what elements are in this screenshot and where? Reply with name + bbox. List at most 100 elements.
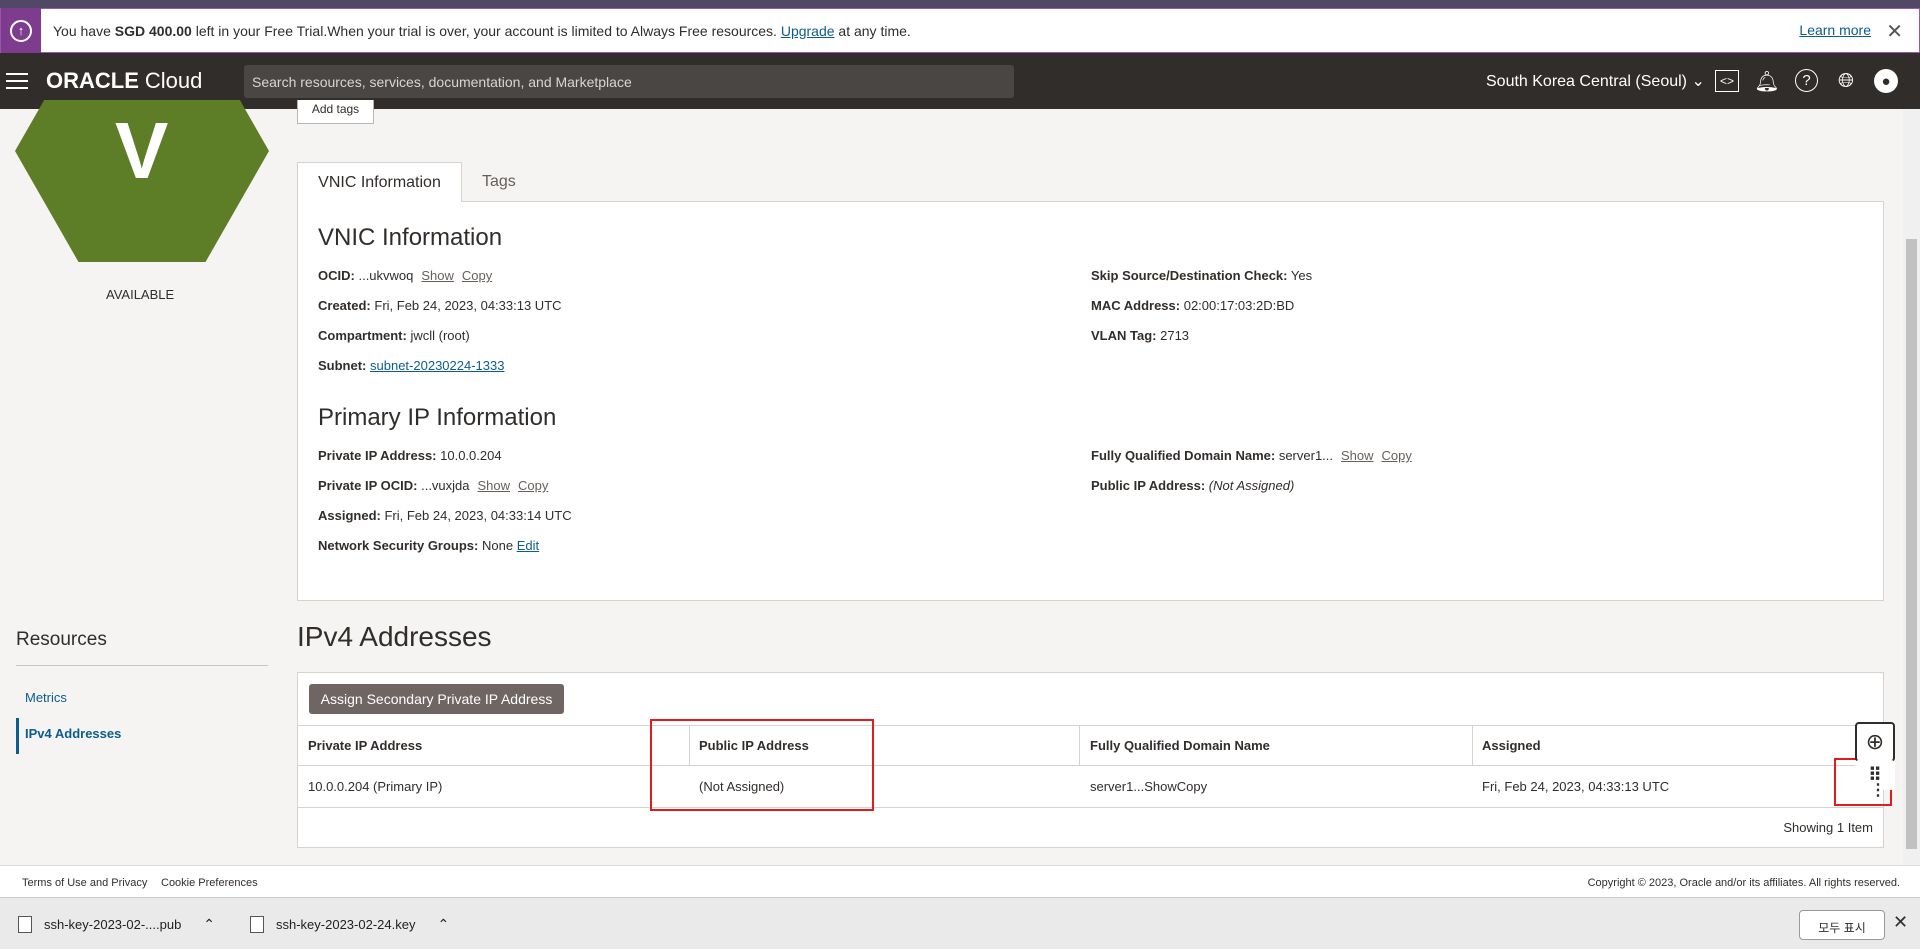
vlan-row: VLAN Tag: 2713 — [1091, 328, 1189, 343]
showing-count: Showing 1 Item — [1783, 820, 1873, 835]
help-lifebuoy-icon[interactable]: ⊕ — [1855, 722, 1895, 762]
tab-tags[interactable]: Tags — [482, 162, 516, 202]
hamburger-menu-icon[interactable] — [6, 73, 28, 89]
download-item[interactable]: ssh-key-2023-02-....pub ⌃ — [18, 898, 215, 949]
copyright-text: Copyright © 2023, Oracle and/or its affi… — [1587, 877, 1900, 889]
ipv4-heading: IPv4 Addresses — [297, 621, 492, 652]
created-label: Created: — [318, 298, 371, 313]
private-ocid-row: Private IP OCID: ...vuxjda Show Copy — [318, 478, 548, 493]
assign-secondary-ip-button[interactable]: Assign Secondary Private IP Address — [309, 684, 564, 714]
show-all-downloads-button[interactable]: 모두 표시 — [1799, 910, 1885, 940]
close-icon[interactable]: ✕ — [1886, 19, 1903, 44]
globe-icon[interactable]: 🌐︎ — [1832, 67, 1860, 95]
skip-check-label: Skip Source/Destination Check: — [1091, 268, 1288, 283]
fqdn-row: Fully Qualified Domain Name: server1... S… — [1091, 448, 1412, 463]
add-tags-button[interactable]: Add tags — [297, 100, 374, 124]
trial-text-prefix: You have — [53, 22, 115, 39]
upgrade-arrow-icon: ↑ — [1, 8, 41, 53]
logo-product: Cloud — [144, 68, 203, 93]
table-header: Private IP Address Public IP Address Ful… — [298, 725, 1883, 766]
subnet-link[interactable]: subnet-20230224-1333 — [370, 358, 504, 373]
vnic-heading: VNIC Information — [318, 224, 503, 251]
bell-icon[interactable]: 🔔︎ — [1753, 67, 1781, 95]
private-ip-label: Private IP Address: — [318, 448, 437, 463]
ocid-show-link[interactable]: Show — [421, 268, 454, 283]
resource-letter: V — [115, 106, 169, 195]
terms-link[interactable]: Terms of Use and Privacy — [22, 877, 147, 889]
cell-fqdn: server1...ShowCopy — [1090, 779, 1207, 794]
browser-top-strip — [0, 0, 1920, 8]
resource-hexagon: V — [15, 100, 269, 262]
file-icon — [18, 915, 32, 933]
page-footer: Terms of Use and Privacy Cookie Preferen… — [0, 865, 1920, 897]
tab-vnic-information[interactable]: VNIC Information — [297, 162, 462, 202]
mac-label: MAC Address: — [1091, 298, 1181, 313]
public-ip-row: Public IP Address: (Not Assigned) — [1091, 478, 1294, 493]
sidebar-item-metrics[interactable]: Metrics — [25, 690, 67, 705]
oracle-cloud-logo[interactable]: ORACLE Cloud — [46, 68, 202, 94]
fqdn-copy-link[interactable]: Copy — [1382, 448, 1412, 463]
sidebar-item-ipv4-addresses[interactable]: IPv4 Addresses — [16, 718, 121, 754]
ocid-label: OCID: — [318, 268, 355, 283]
upgrade-link[interactable]: Upgrade — [781, 23, 835, 39]
created-value: Fri, Feb 24, 2023, 04:33:13 UTC — [374, 298, 562, 313]
public-ip-value: (Not Assigned) — [1208, 478, 1295, 493]
learn-more-link[interactable]: Learn more — [1799, 22, 1871, 38]
chevron-up-icon[interactable]: ⌃ — [203, 916, 215, 933]
subnet-label: Subnet: — [318, 358, 367, 373]
row-actions-kebab-icon[interactable]: ⋮ — [1870, 780, 1886, 800]
cell-assigned: Fri, Feb 24, 2023, 04:33:13 UTC — [1482, 779, 1670, 794]
download-item[interactable]: ssh-key-2023-02-24.key ⌃ — [250, 898, 449, 949]
top-navbar: ORACLE Cloud Search resources, services, … — [0, 53, 1920, 109]
nsg-row: Network Security Groups: None Edit — [318, 538, 539, 553]
download-filename: ssh-key-2023-02-....pub — [44, 916, 182, 932]
profile-avatar-icon[interactable]: ● — [1874, 69, 1898, 93]
close-icon[interactable]: ✕ — [1893, 912, 1908, 933]
trial-message: You have SGD 400.00 left in your Free Tr… — [53, 23, 911, 39]
fqdn-label: Fully Qualified Domain Name: — [1091, 448, 1276, 463]
trial-amount: SGD 400.00 — [114, 22, 192, 39]
private-ocid-show-link[interactable]: Show — [478, 478, 511, 493]
compartment-row: Compartment: jwcll (root) — [318, 328, 470, 343]
cell-fqdn-show-link[interactable]: Show — [1144, 779, 1177, 794]
cookie-preferences-link[interactable]: Cookie Preferences — [161, 877, 258, 889]
skip-check-value: Yes — [1290, 268, 1313, 283]
private-ocid-value: ...vuxjda — [421, 478, 470, 493]
search-input[interactable]: Search resources, services, documentatio… — [244, 65, 1014, 98]
ocid-row: OCID: ...ukvwoq Show Copy — [318, 268, 492, 283]
compartment-value: jwcll (root) — [410, 328, 470, 343]
trial-text-suffix: at any time. — [834, 22, 911, 39]
column-header-assigned[interactable]: Assigned — [1482, 738, 1541, 753]
primary-ip-heading: Primary IP Information — [318, 404, 557, 431]
compartment-label: Compartment: — [318, 328, 407, 343]
ocid-copy-link[interactable]: Copy — [462, 268, 492, 283]
resources-heading: Resources — [16, 629, 107, 650]
private-ocid-label: Private IP OCID: — [318, 478, 418, 493]
mac-row: MAC Address: 02:00:17:03:2D:BD — [1091, 298, 1294, 313]
resources-divider — [16, 665, 268, 666]
table-row: 10.0.0.204 (Primary IP) (Not Assigned) s… — [298, 766, 1883, 808]
nsg-edit-link[interactable]: Edit — [517, 538, 539, 553]
help-icon[interactable]: ? — [1795, 69, 1818, 92]
region-selector[interactable]: South Korea Central (Seoul) ⌄ — [1486, 71, 1705, 91]
logo-brand: ORACLE — [46, 68, 139, 93]
chevron-up-icon[interactable]: ⌃ — [437, 916, 449, 933]
private-ip-value: 10.0.0.204 — [440, 448, 502, 463]
page-scrollbar[interactable] — [1903, 109, 1920, 865]
created-row: Created: Fri, Feb 24, 2023, 04:33:13 UTC — [318, 298, 562, 313]
private-ip-row: Private IP Address: 10.0.0.204 — [318, 448, 502, 463]
region-label: South Korea Central (Seoul) — [1486, 73, 1687, 90]
cell-fqdn-copy-link[interactable]: Copy — [1177, 779, 1207, 794]
cell-private-ip: 10.0.0.204 (Primary IP) — [308, 779, 443, 794]
column-header-fqdn[interactable]: Fully Qualified Domain Name — [1090, 738, 1270, 753]
assigned-label: Assigned: — [318, 508, 381, 523]
cloud-shell-icon[interactable]: <> — [1715, 70, 1739, 92]
skip-check-row: Skip Source/Destination Check: Yes — [1091, 268, 1312, 283]
assigned-value: Fri, Feb 24, 2023, 04:33:14 UTC — [384, 508, 572, 523]
vnic-info-panel: VNIC Information OCID: ...ukvwoq Show Copy… — [297, 201, 1884, 601]
file-icon — [250, 915, 264, 933]
column-header-private-ip[interactable]: Private IP Address — [308, 738, 422, 753]
fqdn-show-link[interactable]: Show — [1341, 448, 1374, 463]
ipv4-table: Assign Secondary Private IP Address Priv… — [297, 672, 1884, 848]
private-ocid-copy-link[interactable]: Copy — [518, 478, 548, 493]
